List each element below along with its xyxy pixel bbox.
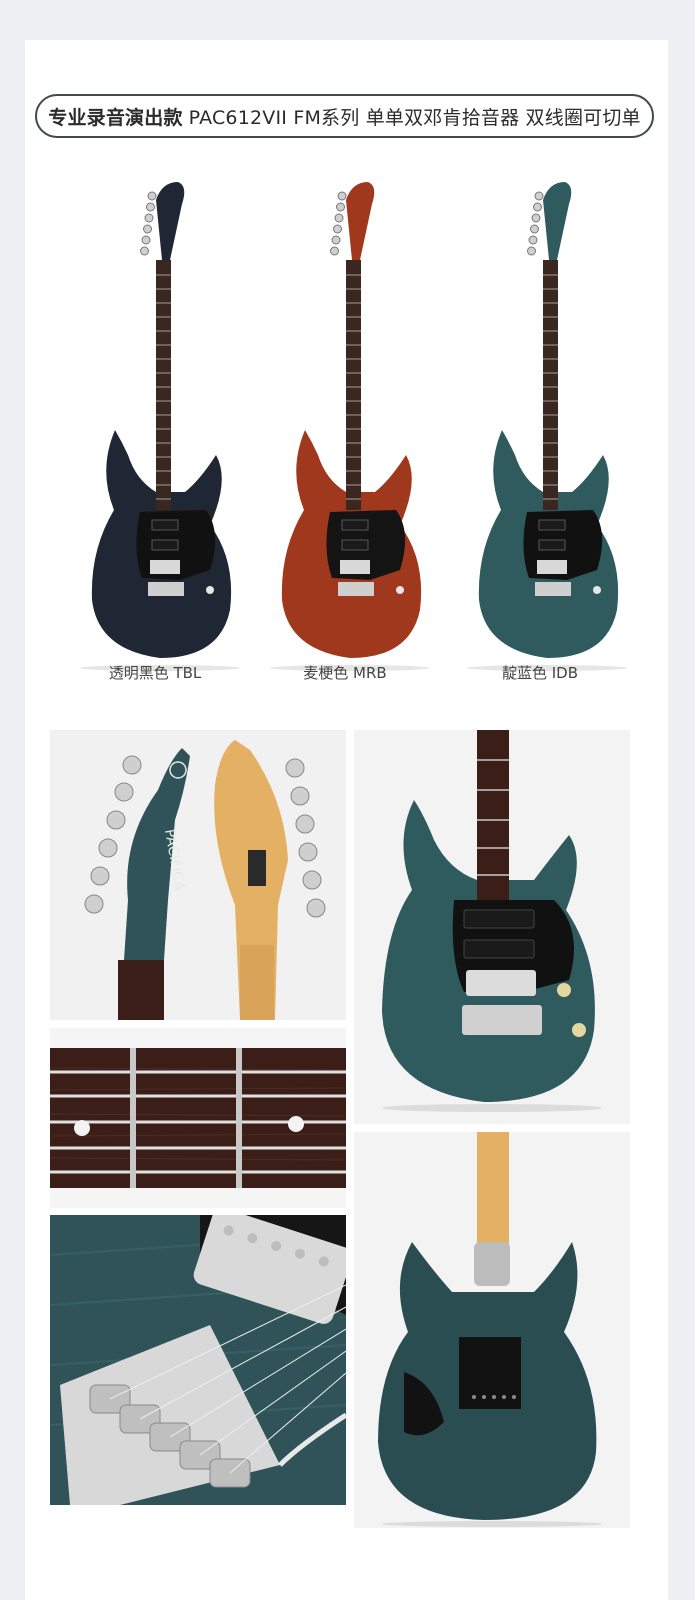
guitar-variant-tbl[interactable] xyxy=(70,180,240,700)
pickup-single-1 xyxy=(538,519,566,531)
knob xyxy=(206,586,214,594)
bridge xyxy=(148,582,184,596)
tuner-peg xyxy=(534,191,544,201)
guitar-mrb-illustration xyxy=(270,182,430,671)
tuner-peg xyxy=(337,191,347,201)
tuner-peg xyxy=(531,213,541,223)
pickup-humbucker xyxy=(340,560,370,574)
body-front-photo xyxy=(354,730,630,1124)
headstock xyxy=(156,182,185,260)
tuner-peg xyxy=(527,246,536,256)
variant-label-tbl: 透明黑色 TBL xyxy=(108,664,202,682)
neck xyxy=(346,260,361,510)
bridge xyxy=(535,582,571,596)
tuner-peg xyxy=(336,202,345,212)
tuner-peg xyxy=(147,191,157,201)
body-back-photo xyxy=(354,1132,630,1528)
guitar-tbl-illustration xyxy=(80,182,240,671)
guitar-idb-illustration xyxy=(467,182,627,671)
tuner-peg xyxy=(334,213,344,223)
pickup-humbucker xyxy=(537,560,567,574)
headstock xyxy=(346,182,375,260)
title-bold: 专业录音演出款 xyxy=(48,106,183,129)
pickup-single-1 xyxy=(341,519,369,531)
guitar-variant-mrb[interactable] xyxy=(260,180,430,700)
variant-label-idb: 靛蓝色 IDB xyxy=(501,664,579,682)
pickup-humbucker xyxy=(150,560,180,574)
tuner-peg xyxy=(141,235,151,245)
product-card: 专业录音演出款 PAC612VII FM系列 单单双邓肯拾音器 双线圈可切单 透… xyxy=(25,40,668,1600)
neck xyxy=(543,260,558,510)
tuner-peg xyxy=(333,224,342,234)
pickup-single-2 xyxy=(341,539,369,551)
neck xyxy=(156,260,171,510)
pickup-single-1 xyxy=(151,519,179,531)
knob xyxy=(593,586,601,594)
tuner-peg xyxy=(140,246,149,256)
fretboard-detail-photo xyxy=(50,1028,346,1208)
headstock-detail-photo: PACIFICA xyxy=(50,730,346,1020)
tuner-peg xyxy=(146,202,155,212)
tuner-peg xyxy=(143,224,152,234)
tuner-peg xyxy=(330,246,339,256)
variant-label-mrb: 麦梗色 MRB xyxy=(303,664,387,682)
tuner-peg xyxy=(528,235,538,245)
headstock xyxy=(543,182,572,260)
tuner-peg xyxy=(144,213,154,223)
guitar-variant-idb[interactable] xyxy=(457,180,627,700)
bridge xyxy=(338,582,374,596)
tuner-peg xyxy=(530,224,539,234)
bridge-detail-photo xyxy=(50,1215,346,1505)
tuner-peg xyxy=(331,235,341,245)
page-title: 专业录音演出款 PAC612VII FM系列 单单双邓肯拾音器 双线圈可切单 xyxy=(35,94,654,138)
pickup-single-2 xyxy=(151,539,179,551)
tuner-peg xyxy=(533,202,542,212)
pickup-single-2 xyxy=(538,539,566,551)
knob xyxy=(396,586,404,594)
title-rest: PAC612VII FM系列 单单双邓肯拾音器 双线圈可切单 xyxy=(188,106,641,129)
